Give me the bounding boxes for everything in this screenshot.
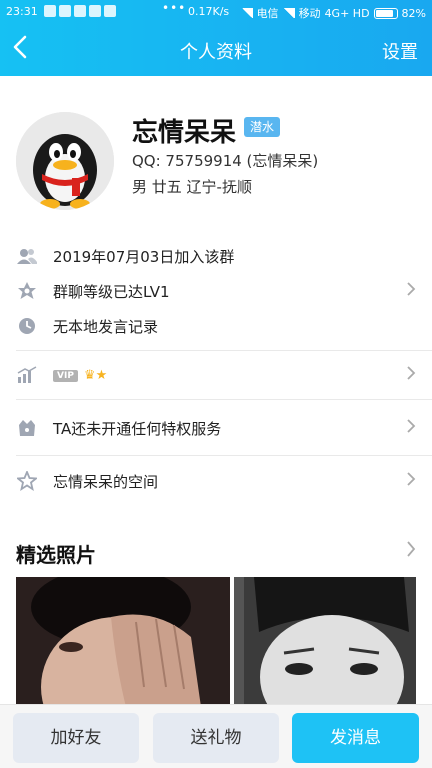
chevron-right-icon (407, 541, 416, 557)
penguin-avatar-icon (16, 112, 114, 210)
vip-badge: VIP (53, 369, 78, 382)
vip-level: VIP ♛★ (53, 366, 107, 384)
join-date-row: 2019年07月03日加入该群 (0, 244, 432, 268)
chevron-right-icon (406, 365, 416, 386)
privilege-bag-icon (16, 417, 38, 439)
status-badge: 潜水 (244, 117, 281, 137)
portrait-photo-image (234, 577, 416, 707)
divider (16, 399, 432, 400)
featured-photo[interactable] (234, 577, 416, 707)
add-friend-button[interactable]: 加好友 (13, 713, 139, 763)
notification-icons (44, 5, 116, 17)
vip-row[interactable]: VIP ♛★ (0, 363, 432, 387)
photos-section-title: 精选照片 (16, 543, 96, 567)
signal-icon (282, 8, 295, 18)
growth-chart-icon (16, 364, 38, 386)
app-notification-icon (104, 5, 116, 17)
speech-record-text: 无本地发言记录 (53, 317, 159, 336)
send-message-button[interactable]: 发消息 (292, 713, 419, 763)
signal-icon (240, 8, 253, 18)
battery-level: 82% (401, 6, 426, 20)
page-title: 个人资料 (180, 42, 252, 63)
privilege-row[interactable]: TA还未开通任何特权服务 (0, 416, 432, 440)
avatar[interactable] (16, 112, 114, 210)
qzone-text: 忘情呆呆的空间 (53, 472, 159, 491)
divider (16, 455, 432, 456)
chevron-right-icon (406, 281, 416, 302)
carrier-1: 电信 (256, 7, 279, 20)
send-gift-button[interactable]: 送礼物 (153, 713, 279, 763)
star-icon: ★ (95, 368, 108, 383)
network-type: 4G+ HD (324, 6, 370, 20)
featured-photo[interactable] (16, 577, 230, 707)
app-notification-icon (44, 5, 56, 17)
privilege-text: TA还未开通任何特权服务 (53, 419, 222, 438)
crown-icon: ♛ (83, 368, 96, 383)
divider (16, 350, 432, 351)
group-level-text: 群聊等级已达LV1 (53, 282, 170, 301)
status-right: 电信 移动 4G+ HD 82% (240, 5, 426, 21)
app-notification-icon (89, 5, 101, 17)
settings-button[interactable]: 设置 (382, 38, 418, 64)
join-date-text: 2019年07月03日加入该群 (53, 247, 235, 266)
network-speed: 0.17K/s (188, 5, 230, 18)
chevron-right-icon (406, 418, 416, 439)
profile-name: 忘情呆呆 (132, 118, 237, 148)
carrier-2: 移动 (298, 7, 321, 20)
battery-icon (373, 7, 398, 19)
status-bar: 23:31 ••• 0.17K/s 电信 移动 4G+ HD 82% (0, 0, 432, 24)
qq-number: QQ: 75759914 (忘情呆呆) (132, 152, 319, 170)
speech-record-row: 无本地发言记录 (0, 314, 432, 338)
space-star-icon (16, 470, 38, 492)
photos-more-button[interactable] (406, 539, 416, 563)
chevron-right-icon (406, 471, 416, 492)
profile-info: 男 廿五 辽宁-抚顺 (132, 178, 252, 196)
bottom-action-bar: 加好友 送礼物 发消息 (0, 704, 432, 768)
qzone-row[interactable]: 忘情呆呆的空间 (0, 469, 432, 493)
level-star-icon (16, 280, 38, 302)
clock-icon (16, 315, 38, 337)
members-icon (16, 245, 38, 267)
header-bar: 23:31 ••• 0.17K/s 电信 移动 4G+ HD 82% 个人资料 … (0, 0, 432, 76)
status-time: 23:31 (6, 5, 38, 18)
app-notification-icon (59, 5, 71, 17)
group-level-row[interactable]: 群聊等级已达LV1 (0, 279, 432, 303)
more-dots-icon: ••• (162, 1, 187, 15)
selfie-photo-image (16, 577, 230, 707)
app-notification-icon (74, 5, 86, 17)
